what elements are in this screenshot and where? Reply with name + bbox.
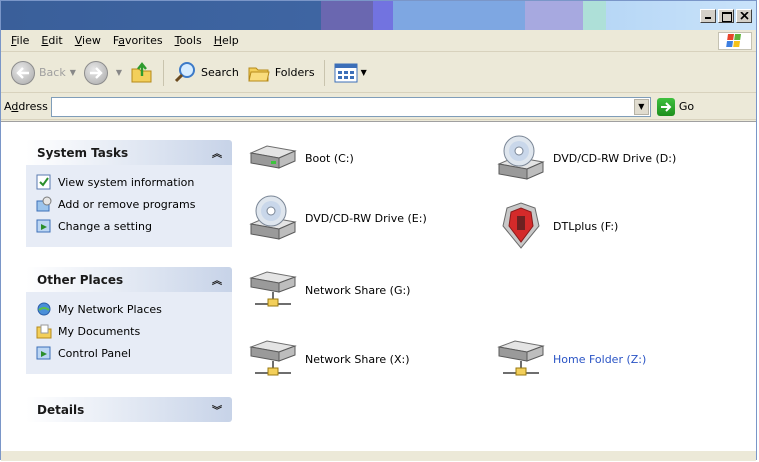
drive-d[interactable]: DVD/CD-RW Drive (D:): [495, 134, 676, 182]
go-button[interactable]: Go: [656, 97, 695, 116]
drive-z[interactable]: Home Folder (Z:): [495, 335, 646, 383]
control-panel-icon: [36, 218, 52, 234]
back-button[interactable]: Back ▼: [7, 58, 80, 88]
forward-arrow-icon: [83, 60, 108, 85]
network-drive-icon: [495, 335, 547, 383]
task-label: Add or remove programs: [58, 197, 196, 211]
system-tasks-header[interactable]: System Tasks ︽: [26, 140, 232, 165]
search-button[interactable]: Search: [169, 58, 243, 88]
task-add-remove-programs[interactable]: Add or remove programs: [36, 193, 232, 215]
menu-file[interactable]: File: [5, 34, 35, 47]
drive-label: Home Folder (Z:): [553, 352, 647, 366]
place-my-documents[interactable]: My Documents: [36, 320, 232, 342]
drive-c[interactable]: Boot (C:): [247, 134, 354, 182]
collapse-chevron-icon[interactable]: ︽: [212, 145, 222, 160]
place-control-panel[interactable]: Control Panel: [36, 342, 232, 364]
caption-buttons: [698, 9, 752, 23]
close-button[interactable]: [736, 9, 752, 23]
address-input[interactable]: ▼: [50, 96, 651, 117]
go-arrow-icon: [656, 97, 675, 116]
toolbar: Back ▼ ▼ Search Folders ▼: [1, 53, 756, 93]
task-label: View system information: [58, 175, 195, 189]
place-label: My Documents: [58, 324, 141, 338]
task-view-system-information[interactable]: View system information: [36, 171, 232, 193]
search-icon: [174, 61, 196, 82]
details-header[interactable]: Details ︾: [26, 397, 232, 422]
drive-g[interactable]: Network Share (G:): [247, 266, 410, 314]
menu-favorites[interactable]: Favorites: [107, 34, 169, 47]
drive-x[interactable]: Network Share (X:): [247, 335, 410, 383]
forward-dropdown-icon[interactable]: ▼: [116, 68, 122, 77]
other-places-header[interactable]: Other Places ︽: [26, 267, 232, 292]
go-label: Go: [678, 100, 695, 113]
add-remove-programs-icon: [36, 196, 52, 212]
menu-tools[interactable]: Tools: [169, 34, 208, 47]
content-area: System Tasks ︽ View system information A…: [1, 121, 756, 451]
views-button[interactable]: ▼: [330, 58, 371, 88]
maximize-button[interactable]: [718, 9, 734, 23]
back-dropdown-icon[interactable]: ▼: [70, 68, 76, 77]
dvd-drive-icon: [495, 134, 547, 182]
place-my-network-places[interactable]: My Network Places: [36, 298, 232, 320]
my-documents-icon: [36, 323, 52, 339]
system-tasks-pane: System Tasks ︽ View system information A…: [26, 140, 232, 247]
hard-drive-icon: [247, 134, 299, 182]
task-label: Change a setting: [58, 219, 152, 233]
address-dropdown-icon[interactable]: ▼: [633, 98, 649, 115]
views-icon: [334, 63, 358, 82]
network-drive-icon: [247, 335, 299, 383]
network-drive-icon: [247, 266, 299, 314]
drive-label: DVD/CD-RW Drive (D:): [553, 151, 677, 165]
status-bar: [1, 451, 756, 461]
system-tasks-body: View system information Add or remove pr…: [26, 165, 232, 247]
other-places-pane: Other Places ︽ My Network Places My Docu…: [26, 267, 232, 374]
menu-bar: File Edit View Favorites Tools Help: [1, 30, 756, 52]
drive-label: DVD/CD-RW Drive (E:): [305, 211, 427, 225]
usb-drive-icon: [495, 202, 547, 250]
address-bar: Address ▼ Go: [1, 94, 756, 120]
drive-label: DTLplus (F:): [553, 219, 619, 233]
views-dropdown-icon[interactable]: ▼: [361, 68, 367, 77]
folders-icon: [248, 67, 270, 81]
windows-logo-icon: [718, 32, 752, 50]
drive-e[interactable]: DVD/CD-RW Drive (E:): [247, 194, 427, 242]
title-bar[interactable]: [1, 1, 756, 30]
other-places-body: My Network Places My Documents Control P…: [26, 292, 232, 374]
toolbar-separator: [323, 59, 325, 86]
back-label: Back: [39, 66, 66, 79]
drive-label: Network Share (G:): [305, 283, 411, 297]
minimize-button[interactable]: [700, 9, 716, 23]
back-arrow-icon: [11, 60, 35, 85]
network-places-icon: [36, 301, 52, 317]
close-icon: [740, 12, 749, 20]
drive-f[interactable]: DTLplus (F:): [495, 202, 618, 250]
system-info-icon: [36, 174, 52, 190]
drive-label: Boot (C:): [305, 151, 354, 165]
forward-button[interactable]: ▼: [80, 58, 126, 88]
system-tasks-title: System Tasks: [37, 145, 129, 160]
place-label: Control Panel: [58, 346, 131, 360]
other-places-title: Other Places: [37, 272, 124, 287]
task-change-setting[interactable]: Change a setting: [36, 215, 232, 237]
menu-view[interactable]: View: [69, 34, 107, 47]
details-pane: Details ︾: [26, 397, 232, 422]
search-label: Search: [201, 66, 239, 79]
details-title: Details: [37, 402, 85, 417]
up-folder-button[interactable]: [126, 58, 158, 88]
dvd-drive-icon: [247, 194, 299, 242]
explorer-window: File Edit View Favorites Tools Help Back…: [0, 0, 757, 461]
menu-help[interactable]: Help: [208, 34, 245, 47]
up-folder-icon: [131, 61, 152, 82]
address-label: Address: [4, 100, 48, 113]
folders-label: Folders: [274, 66, 315, 79]
drive-label: Network Share (X:): [305, 352, 410, 366]
expand-chevron-icon[interactable]: ︾: [212, 402, 222, 417]
menu-edit[interactable]: Edit: [35, 34, 68, 47]
control-panel-icon: [36, 345, 52, 361]
place-label: My Network Places: [58, 302, 162, 316]
folders-button[interactable]: Folders: [243, 58, 319, 88]
toolbar-separator: [163, 59, 165, 86]
collapse-chevron-icon[interactable]: ︽: [212, 272, 222, 287]
